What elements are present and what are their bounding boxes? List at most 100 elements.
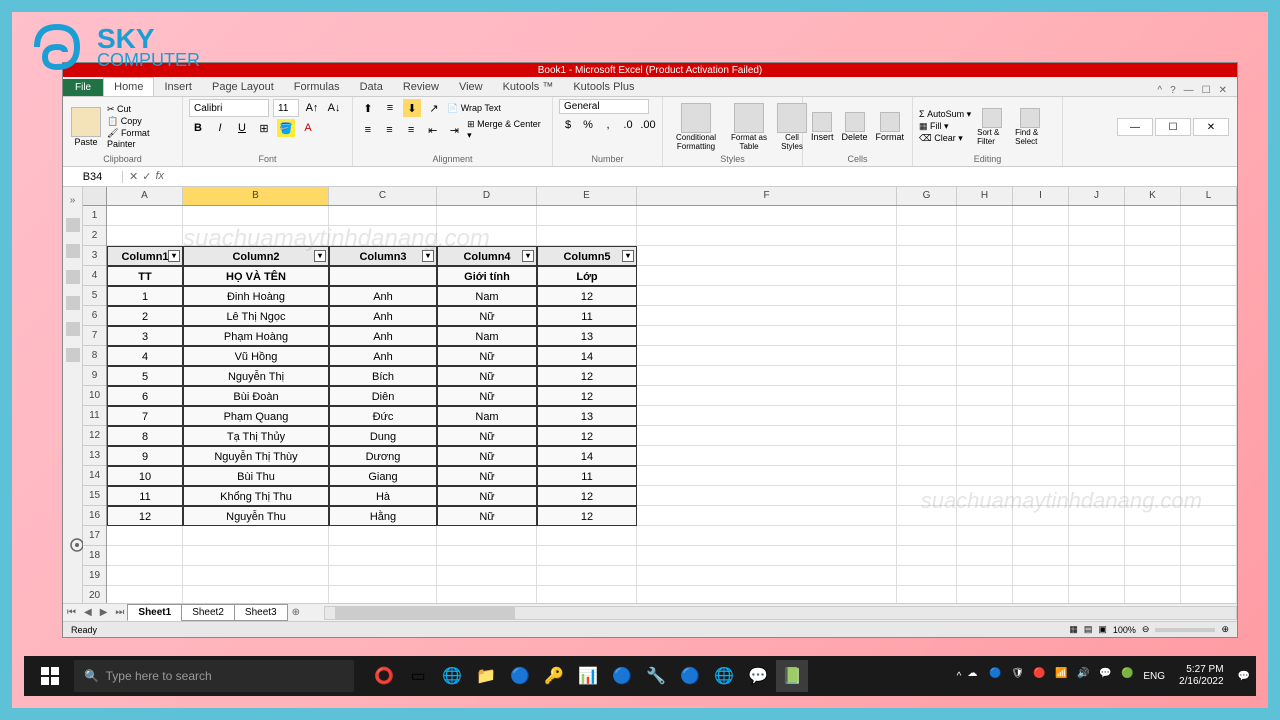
name-box[interactable]: B34 — [63, 171, 123, 183]
filter-dropdown-icon[interactable]: ▾ — [168, 250, 180, 262]
cell-I6[interactable] — [1013, 306, 1069, 326]
tab-data[interactable]: Data — [350, 78, 393, 96]
app-icon-1[interactable]: 🔑 — [538, 660, 570, 692]
insert-cells-button[interactable]: Insert — [809, 110, 836, 144]
cell-A17[interactable] — [107, 526, 183, 546]
cell-F5[interactable] — [637, 286, 897, 306]
cell-J11[interactable] — [1069, 406, 1125, 426]
zoom-level[interactable]: 100% — [1113, 625, 1136, 635]
cell-K2[interactable] — [1125, 226, 1181, 246]
cell-C13[interactable]: Dương — [329, 446, 437, 466]
cell-D14[interactable]: Nữ — [437, 466, 537, 486]
cell-B11[interactable]: Phạm Quang — [183, 406, 329, 426]
cell-F1[interactable] — [637, 206, 897, 226]
cell-G9[interactable] — [897, 366, 957, 386]
cell-A18[interactable] — [107, 546, 183, 566]
cell-H4[interactable] — [957, 266, 1013, 286]
row-header-9[interactable]: 9 — [83, 366, 106, 386]
cell-C1[interactable] — [329, 206, 437, 226]
cell-A6[interactable]: 2 — [107, 306, 183, 326]
cell-K16[interactable] — [1125, 506, 1181, 526]
cell-G18[interactable] — [897, 546, 957, 566]
cell-A2[interactable] — [107, 226, 183, 246]
format-as-table-button[interactable]: Format as Table — [727, 101, 771, 153]
new-sheet-icon[interactable]: ⊕ — [288, 607, 304, 618]
row-header-16[interactable]: 16 — [83, 506, 106, 526]
cell-J1[interactable] — [1069, 206, 1125, 226]
cell-D9[interactable]: Nữ — [437, 366, 537, 386]
window-min-icon[interactable]: — — [1184, 85, 1194, 96]
zoom-out-icon[interactable]: ⊖ — [1142, 624, 1150, 635]
cell-C2[interactable] — [329, 226, 437, 246]
cell-B17[interactable] — [183, 526, 329, 546]
border-button[interactable]: ⊞ — [255, 119, 273, 137]
cell-B16[interactable]: Nguyễn Thu — [183, 506, 329, 526]
cell-D20[interactable] — [437, 586, 537, 603]
cell-L12[interactable] — [1181, 426, 1237, 446]
cell-B14[interactable]: Bùi Thu — [183, 466, 329, 486]
tool-icon-1[interactable] — [66, 218, 80, 232]
col-header-K[interactable]: K — [1125, 187, 1181, 205]
decrease-decimal-icon[interactable]: .00 — [639, 116, 657, 134]
cell-F2[interactable] — [637, 226, 897, 246]
cell-I19[interactable] — [1013, 566, 1069, 586]
cell-L6[interactable] — [1181, 306, 1237, 326]
cell-E15[interactable]: 12 — [537, 486, 637, 506]
cell-C14[interactable]: Giang — [329, 466, 437, 486]
cell-L13[interactable] — [1181, 446, 1237, 466]
cell-L3[interactable] — [1181, 246, 1237, 266]
filter-dropdown-icon[interactable]: ▾ — [314, 250, 326, 262]
cell-L10[interactable] — [1181, 386, 1237, 406]
col-header-C[interactable]: C — [329, 187, 437, 205]
align-middle-icon[interactable]: ≡ — [381, 99, 399, 117]
sheet-tab-3[interactable]: Sheet3 — [234, 604, 288, 621]
cell-L5[interactable] — [1181, 286, 1237, 306]
align-center-icon[interactable]: ≡ — [381, 121, 399, 139]
col-header-I[interactable]: I — [1013, 187, 1069, 205]
cell-K19[interactable] — [1125, 566, 1181, 586]
cell-C9[interactable]: Bích — [329, 366, 437, 386]
cell-E17[interactable] — [537, 526, 637, 546]
merge-center-button[interactable]: ⊞ Merge & Center ▾ — [467, 119, 546, 141]
tray-icon-6[interactable]: 🟢 — [1121, 668, 1137, 684]
cell-E8[interactable]: 14 — [537, 346, 637, 366]
fill-color-button[interactable]: 🪣 — [277, 119, 295, 137]
cell-I14[interactable] — [1013, 466, 1069, 486]
tab-kutoolsplus[interactable]: Kutools Plus — [563, 78, 644, 96]
cell-E11[interactable]: 13 — [537, 406, 637, 426]
tool-icon-3[interactable] — [66, 270, 80, 284]
sheet-nav-prev[interactable]: ◀ — [80, 607, 96, 618]
cut-button[interactable]: ✂ Cut — [107, 104, 176, 115]
cell-E13[interactable]: 14 — [537, 446, 637, 466]
cell-G20[interactable] — [897, 586, 957, 603]
cell-I13[interactable] — [1013, 446, 1069, 466]
font-name-select[interactable] — [189, 99, 269, 117]
row-header-8[interactable]: 8 — [83, 346, 106, 366]
cell-L16[interactable] — [1181, 506, 1237, 526]
cell-G8[interactable] — [897, 346, 957, 366]
app-icon-5[interactable]: 🔵 — [674, 660, 706, 692]
enter-fx-icon[interactable]: ✓ — [142, 170, 151, 183]
wifi-icon[interactable]: 📶 — [1055, 668, 1071, 684]
cell-F15[interactable] — [637, 486, 897, 506]
cell-J20[interactable] — [1069, 586, 1125, 603]
cell-E9[interactable]: 12 — [537, 366, 637, 386]
cell-D5[interactable]: Nam — [437, 286, 537, 306]
close-button[interactable]: ✕ — [1193, 118, 1229, 136]
cell-B4[interactable]: HỌ VÀ TÊN — [183, 266, 329, 286]
cell-A1[interactable] — [107, 206, 183, 226]
cell-K1[interactable] — [1125, 206, 1181, 226]
cell-A9[interactable]: 5 — [107, 366, 183, 386]
cell-A13[interactable]: 9 — [107, 446, 183, 466]
cell-K3[interactable] — [1125, 246, 1181, 266]
tool-icon-5[interactable] — [66, 322, 80, 336]
cell-I3[interactable] — [1013, 246, 1069, 266]
cell-H17[interactable] — [957, 526, 1013, 546]
tray-icon-5[interactable]: 💬 — [1099, 668, 1115, 684]
cell-F9[interactable] — [637, 366, 897, 386]
cell-E6[interactable]: 11 — [537, 306, 637, 326]
cell-H10[interactable] — [957, 386, 1013, 406]
cell-K18[interactable] — [1125, 546, 1181, 566]
cell-B5[interactable]: Đinh Hoàng — [183, 286, 329, 306]
cell-F18[interactable] — [637, 546, 897, 566]
